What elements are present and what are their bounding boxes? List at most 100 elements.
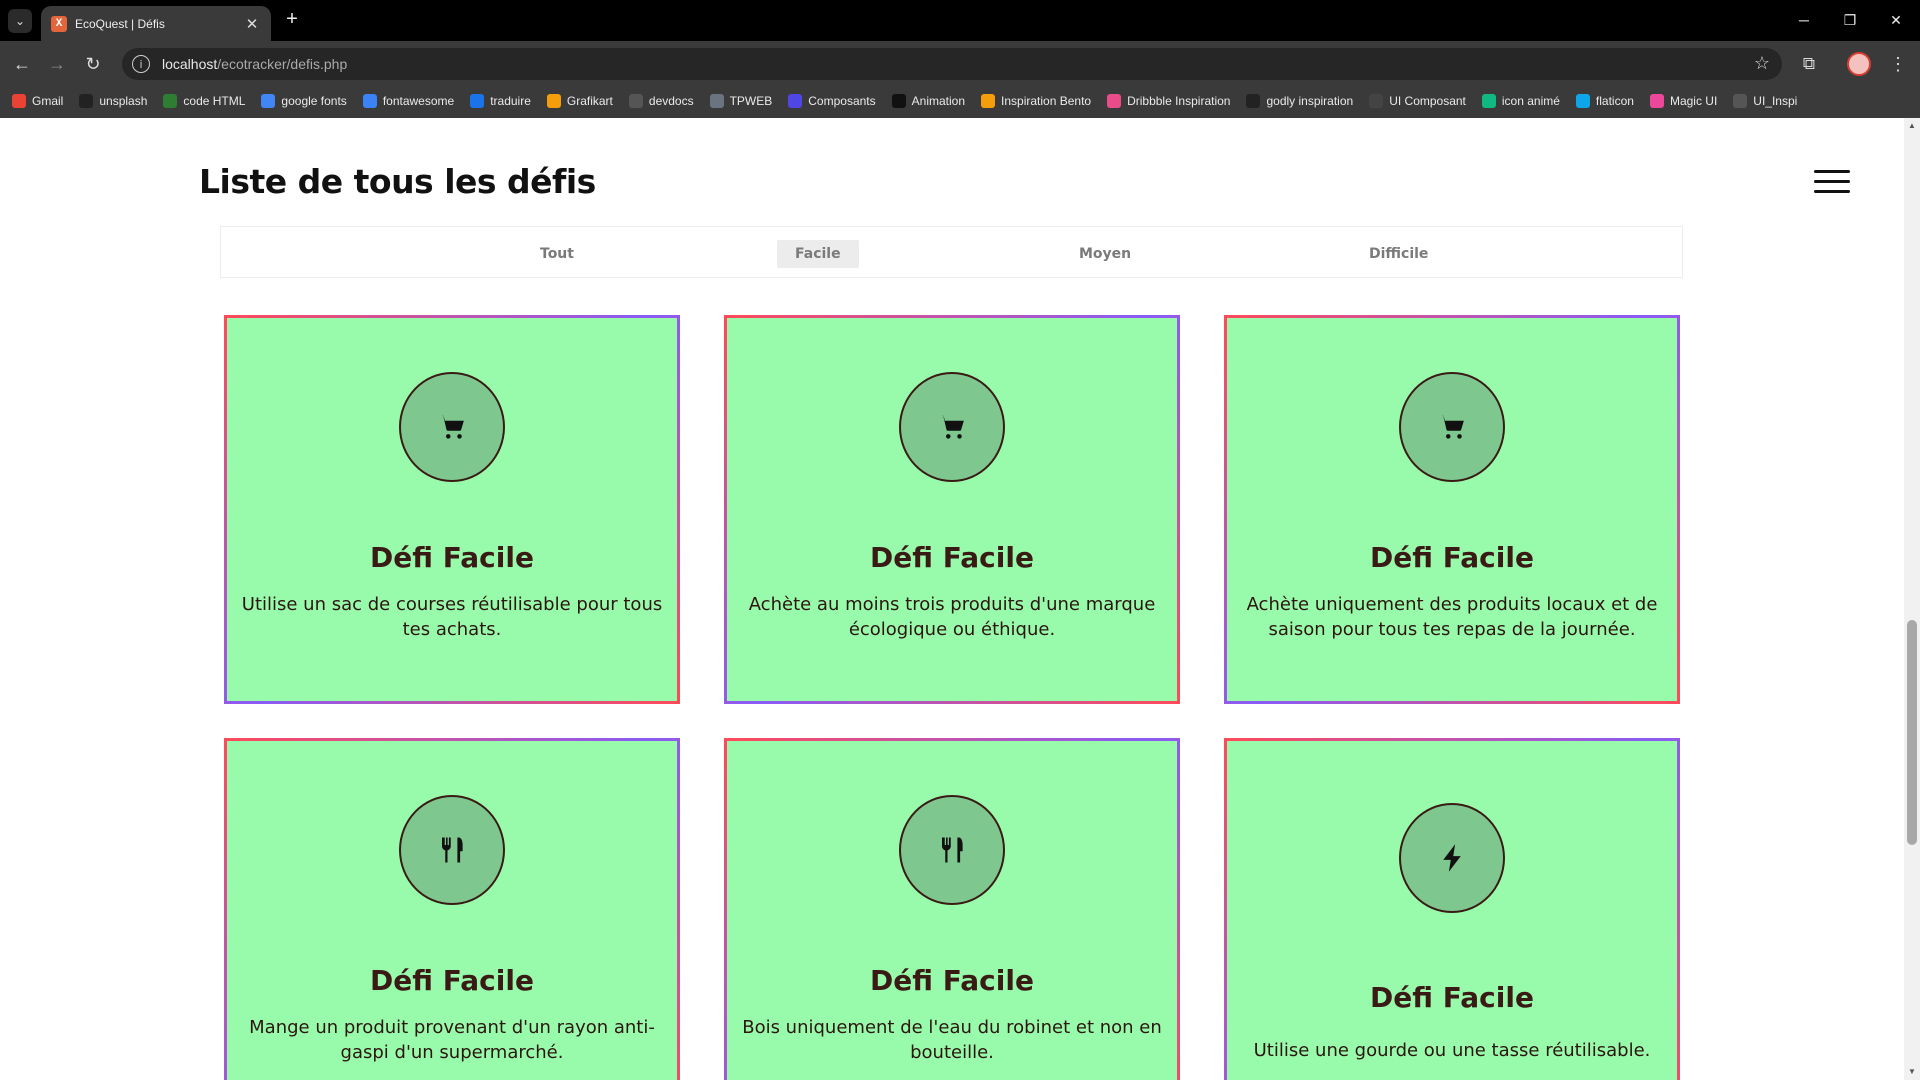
- filter-facile[interactable]: Facile: [777, 240, 859, 268]
- card-description: Bois uniquement de l'eau du robinet et n…: [742, 1017, 1162, 1063]
- hamburger-menu-icon[interactable]: [1814, 170, 1852, 196]
- card-title: Défi Facile: [870, 964, 1034, 997]
- site-info-icon[interactable]: i: [132, 55, 150, 73]
- filter-difficile[interactable]: Difficile: [1351, 240, 1446, 268]
- restore-icon[interactable]: ❐: [1835, 8, 1865, 32]
- bookmark-fontawesome[interactable]: fontawesome: [362, 94, 455, 108]
- back-arrow-icon[interactable]: ←: [8, 50, 36, 78]
- bookmark-ui-inspi[interactable]: UI_Inspi: [1733, 94, 1797, 108]
- bookmark-inspiration-bento[interactable]: Inspiration Bento: [981, 94, 1091, 108]
- card-description: Mange un produit provenant d'un rayon an…: [249, 1017, 655, 1063]
- grafikart-icon: [546, 94, 561, 108]
- page-viewport: Liste de tous les défis Tout Facile Moye…: [0, 118, 1920, 1080]
- tab-title: EcoQuest | Défis: [75, 16, 165, 31]
- bookmark-label: UI_Inspi: [1753, 94, 1798, 108]
- bookmark-label: Composants: [808, 94, 876, 108]
- page-title: Liste de tous les défis: [199, 162, 596, 201]
- bookmark-label: Inspiration Bento: [1001, 94, 1092, 108]
- gmail-icon: [12, 94, 26, 108]
- challenge-card[interactable]: Défi Facile Bois uniquement de l'eau du r…: [724, 738, 1180, 1080]
- folder-icon: [1733, 94, 1748, 108]
- bookmark-label: fontawesome: [382, 94, 455, 108]
- tab-search-chevron-icon[interactable]: ⌄: [8, 9, 32, 33]
- scroll-up-arrow-icon[interactable]: ▲: [1904, 118, 1920, 134]
- bookmark-composants[interactable]: Composants: [788, 94, 876, 108]
- filter-tout[interactable]: Tout: [522, 240, 592, 268]
- bookmark-devdocs[interactable]: devdocs: [628, 94, 694, 108]
- forward-arrow-icon[interactable]: →: [43, 50, 71, 78]
- bookmark-label: icon animé: [1501, 94, 1560, 108]
- bookmark-label: Magic UI: [1669, 94, 1718, 108]
- address-url[interactable]: localhost/ecotracker/defis.php: [162, 56, 347, 72]
- bookmark-label: code HTML: [183, 94, 246, 108]
- translate-icon: [470, 94, 485, 108]
- utensils-icon: [899, 795, 1005, 905]
- card-description: Achète au moins trois produits d'une mar…: [748, 594, 1156, 640]
- tab-close-icon[interactable]: ✕: [243, 15, 261, 33]
- bookmark-grafikart[interactable]: Grafikart: [546, 94, 613, 108]
- scrollbar-thumb[interactable]: [1907, 620, 1917, 845]
- magic-ui-icon: [1649, 94, 1664, 108]
- bookmark-label: TPWEB: [729, 94, 773, 108]
- card-title: Défi Facile: [370, 964, 534, 997]
- flaticon-icon: [1575, 94, 1590, 108]
- browser-tab-active[interactable]: X EcoQuest | Défis ✕: [41, 6, 271, 41]
- card-title: Défi Facile: [1370, 541, 1534, 574]
- reload-icon[interactable]: ↻: [79, 50, 107, 78]
- filter-moyen[interactable]: Moyen: [1061, 240, 1149, 268]
- bookmark-animation[interactable]: Animation: [891, 94, 966, 108]
- challenge-card[interactable]: Défi Facile Achète uniquement des produit…: [1224, 315, 1680, 704]
- bookmark-label: unsplash: [99, 94, 148, 108]
- cart-icon: [1399, 372, 1505, 482]
- bolt-icon: [1399, 803, 1505, 913]
- difficulty-filter-bar: Tout Facile Moyen Difficile: [220, 226, 1683, 278]
- window-close-icon[interactable]: ✕: [1881, 8, 1911, 32]
- card-description: Utilise une gourde ou une tasse réutilis…: [1253, 1040, 1651, 1061]
- bookmark-code-html[interactable]: code HTML: [163, 94, 245, 108]
- bookmark-icon-anim-[interactable]: icon animé: [1481, 94, 1560, 108]
- bookmark-label: Gmail: [32, 94, 64, 108]
- browser-menu-icon[interactable]: ⋮: [1888, 52, 1908, 76]
- bookmarks-bar: Gmail unsplash code HTML google fonts fontaw…: [0, 84, 1920, 118]
- card-title: Défi Facile: [870, 541, 1034, 574]
- bookmark-label: traduire: [490, 94, 531, 108]
- challenge-card[interactable]: Défi Facile Achète au moins trois produit…: [724, 315, 1180, 704]
- tpweb-icon: [709, 94, 724, 108]
- bookmark-flaticon[interactable]: flaticon: [1575, 94, 1634, 108]
- scroll-down-arrow-icon[interactable]: ▼: [1904, 1064, 1920, 1080]
- bookmark-label: godly inspiration: [1266, 94, 1354, 108]
- challenge-card[interactable]: Défi Facile Utilise un sac de courses réu…: [224, 315, 680, 704]
- bookmark-godly-inspiration[interactable]: godly inspiration: [1246, 94, 1353, 108]
- cart-icon: [899, 372, 1005, 482]
- address-bar[interactable]: i localhost/ecotracker/defis.php ☆: [122, 48, 1782, 80]
- bookmark-label: UI Composant: [1389, 94, 1466, 108]
- bookmark-dribbble-inspiration[interactable]: Dribbble Inspiration: [1107, 94, 1230, 108]
- globe-icon: [1369, 94, 1384, 108]
- challenge-card[interactable]: Défi Facile Mange un produit provenant d'…: [224, 738, 680, 1080]
- url-host: localhost: [162, 56, 218, 72]
- bookmark-tpweb[interactable]: TPWEB: [709, 94, 773, 108]
- bento-icon: [981, 94, 996, 108]
- scrollbar-track[interactable]: [1904, 118, 1920, 1080]
- bookmark-label: Grafikart: [566, 94, 613, 108]
- bookmark-google-fonts[interactable]: google fonts: [261, 94, 347, 108]
- new-tab-plus-icon[interactable]: +: [281, 8, 303, 30]
- bookmark-star-icon[interactable]: ☆: [1754, 53, 1770, 74]
- bookmark-label: devdocs: [648, 94, 694, 108]
- bolt-icon: [1246, 94, 1261, 108]
- bookmark-ui-composant[interactable]: UI Composant: [1369, 94, 1466, 108]
- extensions-puzzle-icon[interactable]: ⧉: [1797, 52, 1821, 76]
- bookmark-magic-ui[interactable]: Magic UI: [1649, 94, 1718, 108]
- bookmark-label: flaticon: [1595, 94, 1634, 108]
- minimize-icon[interactable]: ─: [1789, 8, 1819, 32]
- card-title: Défi Facile: [1370, 981, 1534, 1014]
- profile-avatar[interactable]: [1847, 52, 1871, 76]
- bookmark-unsplash[interactable]: unsplash: [79, 94, 147, 108]
- challenge-card[interactable]: Défi Facile Utilise une gourde ou une tas…: [1224, 738, 1680, 1080]
- url-path: /ecotracker/defis.php: [217, 56, 348, 72]
- bookmark-gmail[interactable]: Gmail: [12, 94, 63, 108]
- google-fonts-icon: [261, 94, 276, 108]
- card-description: Achète uniquement des produits locaux et…: [1246, 594, 1658, 640]
- bookmark-traduire[interactable]: traduire: [470, 94, 531, 108]
- bookmark-label: Animation: [911, 94, 966, 108]
